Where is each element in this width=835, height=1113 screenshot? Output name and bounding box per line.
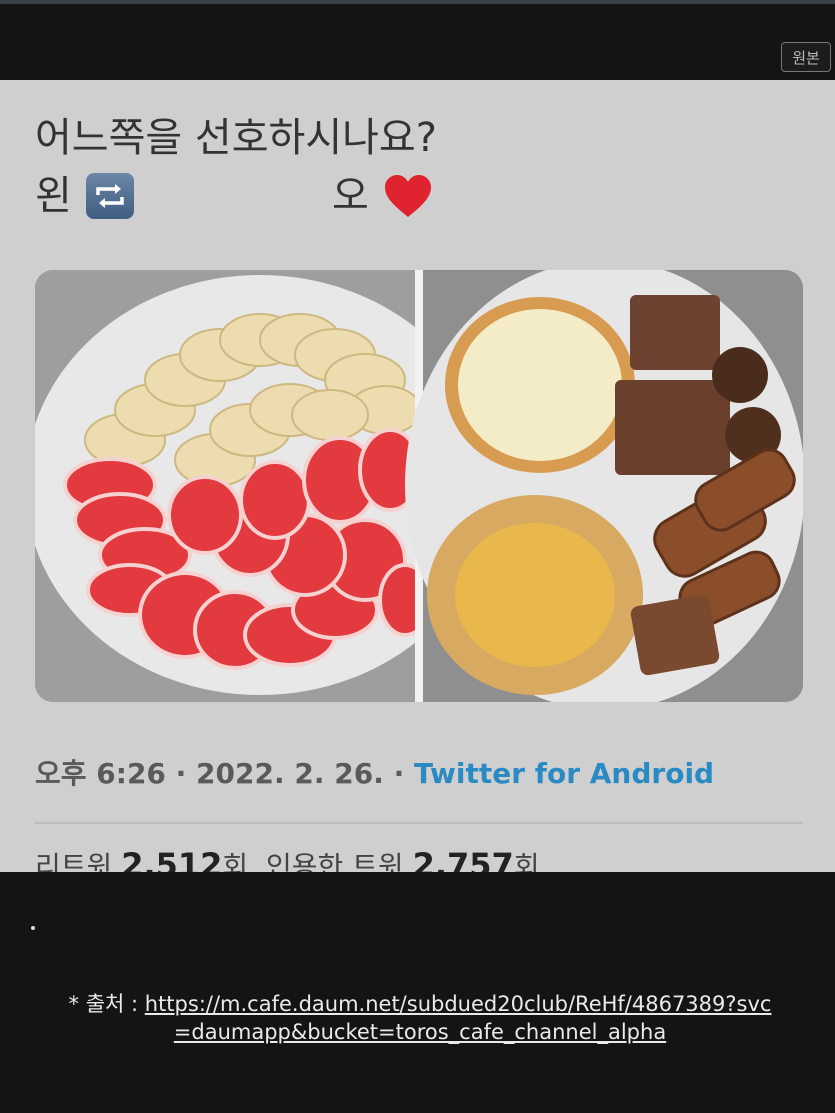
food-photo — [35, 270, 803, 702]
source-link[interactable]: https://m.cafe.daum.net/subdued20club/Re… — [145, 992, 772, 1044]
option-right-label: 오 — [332, 173, 369, 219]
top-bar: 원본 — [0, 0, 835, 80]
bullet-dot — [31, 926, 35, 930]
retweet-count: 2,512 — [121, 846, 223, 872]
source-prefix: * 출처 : — [68, 992, 145, 1016]
tweet-screenshot: 어느쪽을 선호하시나요? 왼 오 오후 6:26 · 2022. 2. 26. … — [0, 80, 835, 872]
heart-icon — [384, 175, 431, 217]
quote-count: 2,757 — [412, 846, 514, 872]
tweet-timestamp: 오후 6:26 · 2022. 2. 26. · — [35, 757, 414, 790]
source-credit: * 출처 : https://m.cafe.daum.net/subdued20… — [60, 990, 780, 1046]
retweet-label: 리트윗 — [35, 850, 122, 872]
tweet-photos — [35, 270, 803, 702]
tweet-meta: 오후 6:26 · 2022. 2. 26. · Twitter for And… — [35, 752, 714, 792]
original-button[interactable]: 원본 — [781, 42, 831, 72]
tweet-stats: 리트윗 2,512회 인용한 트윗 2,757회 — [35, 845, 540, 872]
option-left-label: 왼 — [35, 173, 72, 219]
option-left: 왼 — [35, 168, 134, 224]
retweet-unit: 회 — [222, 850, 249, 872]
tweet-source-link[interactable]: Twitter for Android — [414, 757, 714, 790]
option-right: 오 — [332, 168, 433, 224]
divider — [35, 822, 803, 824]
retweet-icon — [85, 173, 134, 219]
quote-unit: 회 — [513, 850, 540, 872]
quote-label: 인용한 트윗 — [265, 850, 413, 872]
tweet-question: 어느쪽을 선호하시나요? — [35, 115, 437, 161]
